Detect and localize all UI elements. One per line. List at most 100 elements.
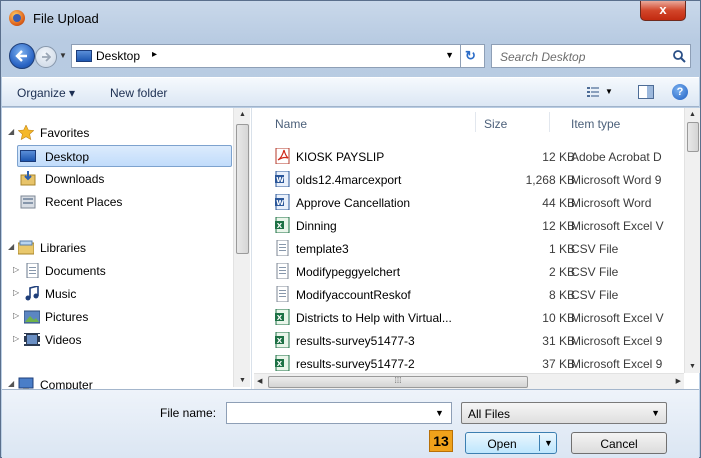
search-icon[interactable] [672,49,686,63]
scroll-up-icon[interactable]: ▲ [689,111,696,118]
column-divider[interactable] [475,112,476,132]
desktop-icon [76,50,92,62]
new-folder-button[interactable]: New folder [110,86,167,100]
chevron-down-icon: ▼ [651,408,660,418]
file-row[interactable]: W Approve Cancellation 44 KB Microsoft W… [253,191,683,214]
open-button[interactable]: Open ▼ [465,432,557,454]
collapsed-arrow-icon[interactable]: ▷ [13,288,19,297]
back-button[interactable] [9,43,35,69]
pdf-icon [275,148,290,164]
title-bar: File Upload x [1,1,700,37]
file-name-label: File name: [160,406,217,420]
search-placeholder[interactable]: Search Desktop [500,50,585,64]
recent-locations-dropdown[interactable]: ▼ [59,51,69,61]
vertical-scroll-thumb[interactable] [687,122,699,152]
window-title: File Upload [33,11,99,26]
recent-places-icon [20,195,36,209]
file-type: Microsoft Excel 9 [571,357,663,371]
preview-pane-icon[interactable] [638,85,654,99]
music-icon [25,286,39,301]
file-list-vertical-scrollbar[interactable]: ▲ ▼ [684,108,700,373]
browser-content: ◢ Favorites Desktop Downloads Recent Pla… [2,108,700,389]
file-row[interactable]: X Dinning 12 KB Microsoft Excel V [253,214,683,237]
file-list-horizontal-scrollbar[interactable]: ◀ ⁞⁞⁞ ▶ [254,373,684,389]
file-size: 1,268 KB [525,173,575,187]
file-row[interactable]: W olds12.4marcexport 1,268 KB Microsoft … [253,168,683,191]
open-options-dropdown-icon[interactable]: ▼ [544,438,553,448]
nav-group-computer[interactable]: ◢ Computer [2,374,232,389]
libraries-icon [18,240,34,255]
videos-icon [24,333,40,346]
help-icon[interactable]: ? [672,84,688,100]
file-row[interactable]: KIOSK PAYSLIP 12 KB Adobe Acrobat D [253,145,683,168]
file-name: KIOSK PAYSLIP [296,150,385,164]
open-button-label: Open [487,437,517,451]
nav-pane-scrollbar[interactable]: ▲ ▼ [233,108,250,387]
collapsed-arrow-icon[interactable]: ▷ [13,311,19,320]
expanded-arrow-icon[interactable]: ◢ [8,242,14,251]
scroll-up-icon[interactable]: ▲ [239,111,246,118]
organize-button[interactable]: Organize ▾ [17,86,75,100]
column-divider[interactable] [549,112,550,132]
expanded-arrow-icon[interactable]: ◢ [8,379,14,388]
expanded-arrow-icon[interactable]: ◢ [8,127,14,136]
address-bar[interactable]: Desktop ▸ ▼ [71,44,461,68]
pictures-icon [24,310,40,324]
refresh-button[interactable]: ↻ [461,44,485,68]
column-header-size[interactable]: Size [484,108,507,134]
nav-item-documents[interactable]: ▷ Documents [2,260,232,282]
file-type-select[interactable]: All Files ▼ [461,402,667,424]
view-options-icon[interactable] [587,87,599,97]
column-header-name[interactable]: Name [275,108,307,134]
file-name: ModifyaccountReskof [296,288,411,302]
horizontal-scroll-thumb[interactable]: ⁞⁞⁞ [268,376,528,388]
close-button[interactable]: x [640,1,686,21]
search-box[interactable]: Search Desktop [491,44,691,68]
file-name: olds12.4marcexport [296,173,402,187]
address-dropdown-icon[interactable]: ▼ [445,50,454,60]
scroll-down-icon[interactable]: ▼ [689,363,696,370]
file-type: Adobe Acrobat D [571,150,662,164]
nav-label: Libraries [40,241,87,255]
file-row[interactable]: Modifypeggyelchert 2 KB CSV File [253,260,683,283]
csv-icon [276,286,289,302]
address-location[interactable]: Desktop [96,49,140,63]
file-row[interactable]: X results-survey51477-2 37 KB Microsoft … [253,352,683,375]
file-row[interactable]: template3 1 KB CSV File [253,237,683,260]
excel-icon: X [275,309,290,325]
file-type: Microsoft Excel V [571,219,664,233]
collapsed-arrow-icon[interactable]: ▷ [13,334,19,343]
nav-item-downloads[interactable]: Downloads [2,168,232,190]
file-upload-dialog: File Upload x ▼ Desktop ▸ ▼ ↻ Search Des… [0,0,701,458]
nav-item-recent-places[interactable]: Recent Places [2,191,232,213]
nav-item-videos[interactable]: ▷ Videos [2,329,232,351]
view-dropdown-icon[interactable]: ▼ [605,87,613,96]
file-size: 1 KB [548,242,575,256]
column-header-type[interactable]: Item type [571,108,620,134]
file-row[interactable]: ModifyaccountReskof 8 KB CSV File [253,283,683,306]
nav-scroll-thumb[interactable] [236,124,249,254]
nav-label: Downloads [45,172,105,186]
command-toolbar: Organize ▾ New folder ▼ ? [2,77,699,107]
file-name-input[interactable] [226,402,452,424]
file-name: Dinning [296,219,337,233]
collapsed-arrow-icon[interactable]: ▷ [13,265,19,274]
file-size: 10 KB [542,311,575,325]
forward-button[interactable] [35,46,57,68]
scroll-right-icon[interactable]: ▶ [676,377,681,385]
nav-item-pictures[interactable]: ▷ Pictures [2,306,232,328]
file-row[interactable]: X results-survey51477-3 31 KB Microsoft … [253,329,683,352]
file-row[interactable]: X Districts to Help with Virtual... 10 K… [253,306,683,329]
scroll-left-icon[interactable]: ◀ [257,377,262,385]
file-name: template3 [296,242,349,256]
nav-label: Desktop [45,150,90,164]
scroll-down-icon[interactable]: ▼ [239,377,246,384]
nav-item-music[interactable]: ▷ Music [2,283,232,305]
word-icon: W [275,194,290,210]
nav-group-favorites[interactable]: ◢ Favorites [2,122,232,144]
breadcrumb-separator[interactable]: ▸ [152,49,157,60]
cancel-button[interactable]: Cancel [571,432,667,454]
nav-item-desktop[interactable]: Desktop [17,145,232,167]
nav-group-libraries[interactable]: ◢ Libraries [2,237,232,259]
file-type: Microsoft Excel 9 [571,334,663,348]
